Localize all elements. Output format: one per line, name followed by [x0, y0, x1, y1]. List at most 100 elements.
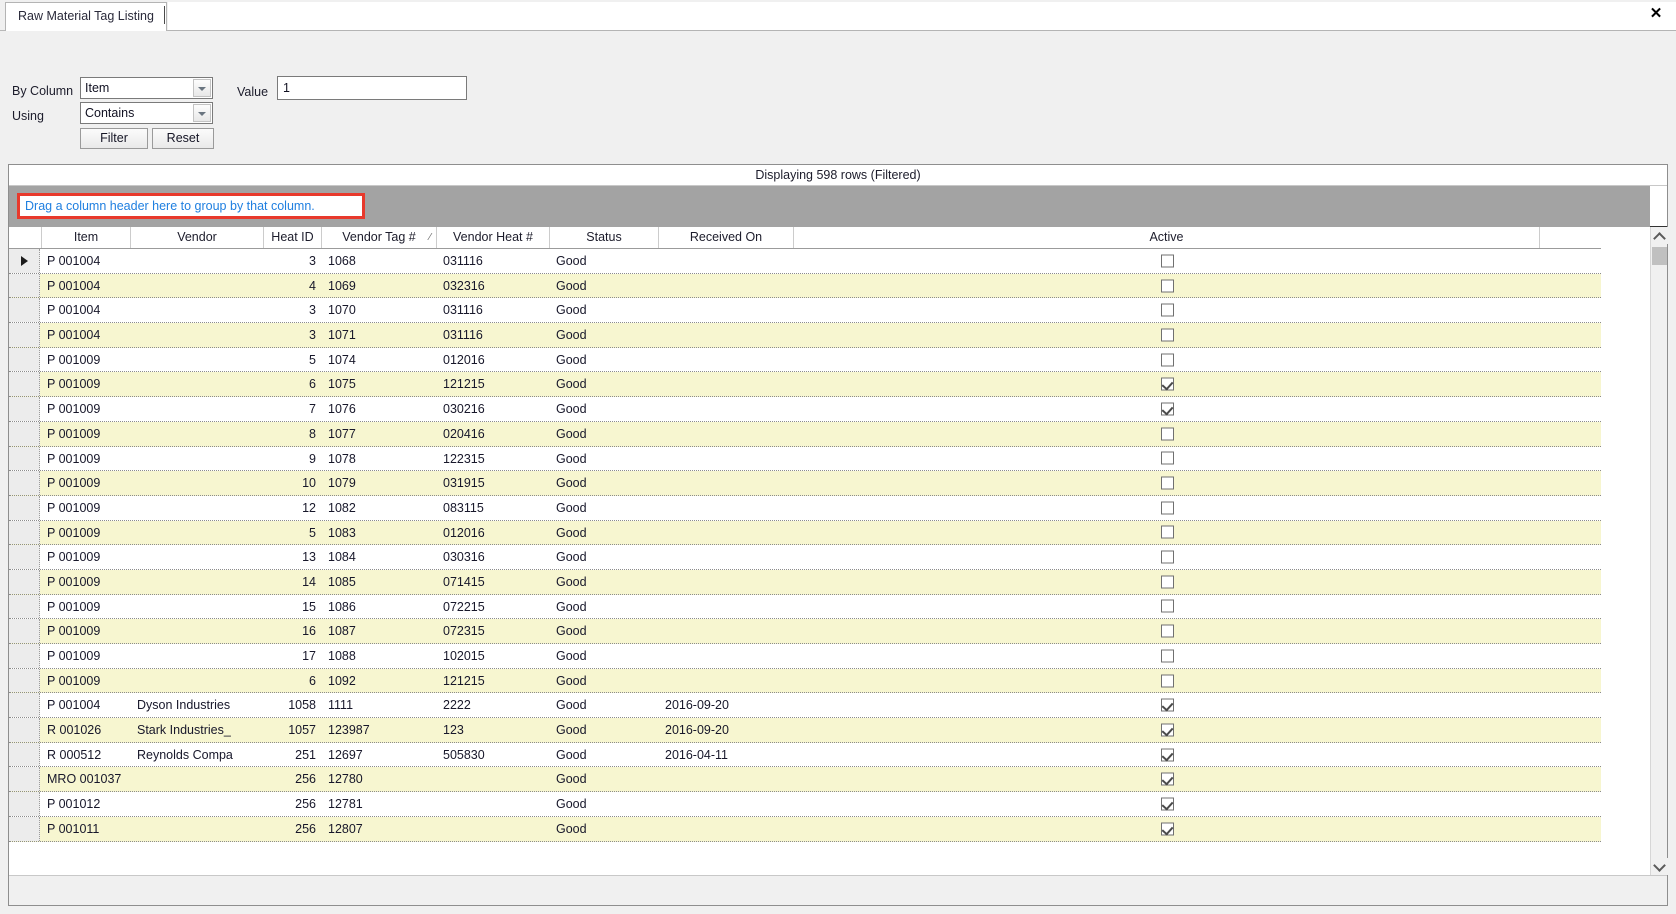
active-checkbox[interactable]: [1161, 451, 1174, 465]
row-selector-cell[interactable]: [9, 644, 40, 668]
scroll-down-icon[interactable]: [1651, 858, 1668, 875]
row-selector-cell[interactable]: [9, 718, 40, 742]
table-row[interactable]: P 001009 6 1092 121215 Good: [9, 668, 1601, 694]
row-selector-cell[interactable]: [9, 421, 40, 446]
row-selector-cell[interactable]: [9, 273, 40, 298]
active-checkbox[interactable]: [1161, 797, 1174, 811]
row-selector-cell[interactable]: [9, 545, 40, 569]
row-selector-cell[interactable]: [9, 446, 40, 471]
active-checkbox[interactable]: [1161, 254, 1174, 268]
reset-button[interactable]: Reset: [152, 128, 214, 149]
active-checkbox[interactable]: [1161, 353, 1174, 367]
column-header-received_on[interactable]: Received On: [659, 227, 794, 248]
using-select[interactable]: Contains: [80, 102, 213, 124]
active-checkbox[interactable]: [1161, 674, 1174, 688]
column-header-vendor[interactable]: Vendor: [131, 227, 264, 248]
table-row[interactable]: P 001009 17 1088 102015 Good: [9, 644, 1601, 669]
group-by-dropzone[interactable]: Drag a column header here to group by th…: [17, 193, 365, 219]
table-row[interactable]: R 000512 Reynolds Compa 251 12697 505830 Good…: [9, 742, 1601, 768]
table-row[interactable]: MRO 001037 256 12780 Good: [9, 767, 1601, 793]
cell-heat_id: 13: [302, 550, 316, 565]
active-checkbox[interactable]: [1161, 575, 1174, 589]
active-checkbox[interactable]: [1161, 402, 1174, 416]
row-selector-cell[interactable]: [9, 619, 40, 643]
table-row[interactable]: P 001009 13 1084 030316 Good: [9, 545, 1601, 570]
table-row[interactable]: P 001011 256 12807 Good: [9, 816, 1601, 842]
row-selector-cell[interactable]: [9, 495, 40, 520]
table-row[interactable]: P 001004 3 1070 031116 Good: [9, 298, 1601, 324]
table-row[interactable]: P 001009 9 1078 122315 Good: [9, 446, 1601, 472]
row-selector-cell[interactable]: [9, 323, 40, 347]
table-row[interactable]: P 001009 5 1074 012016 Good: [9, 347, 1601, 373]
column-header-heat_id[interactable]: Heat ID: [264, 227, 322, 248]
cell-vendor_heat: 072315: [443, 624, 485, 639]
scrollbar-thumb[interactable]: [1652, 247, 1667, 265]
table-row[interactable]: P 001009 5 1083 012016 Good: [9, 520, 1601, 546]
chevron-down-icon[interactable]: [193, 79, 211, 97]
active-checkbox[interactable]: [1161, 624, 1174, 638]
table-row[interactable]: P 001012 256 12781 Good: [9, 792, 1601, 817]
row-selector-cell[interactable]: [9, 397, 40, 421]
active-checkbox[interactable]: [1161, 303, 1174, 317]
row-selector-cell[interactable]: [9, 347, 40, 372]
table-row[interactable]: P 001009 16 1087 072315 Good: [9, 619, 1601, 644]
close-icon[interactable]: ✕: [1646, 4, 1666, 24]
column-header-vendor_heat[interactable]: Vendor Heat #: [437, 227, 550, 248]
table-row[interactable]: P 001004 4 1069 032316 Good: [9, 273, 1601, 299]
active-checkbox[interactable]: [1161, 328, 1174, 342]
row-selector-cell[interactable]: [9, 816, 40, 841]
table-row[interactable]: R 001026 Stark Industries_ 1057 123987 123 Go…: [9, 718, 1601, 743]
table-row[interactable]: P 001004 3 1068 031116 Good: [9, 249, 1601, 274]
row-selector-cell[interactable]: [9, 742, 40, 767]
active-checkbox[interactable]: [1161, 723, 1174, 737]
active-checkbox[interactable]: [1161, 649, 1174, 663]
group-by-panel[interactable]: Drag a column header here to group by th…: [9, 186, 1667, 227]
column-header-item[interactable]: Item: [41, 227, 131, 248]
table-row[interactable]: P 001009 6 1075 121215 Good: [9, 372, 1601, 398]
row-selector-cell[interactable]: [9, 569, 40, 594]
cell-vendor_tag: 1084: [328, 550, 356, 565]
column-header-vendor_tag[interactable]: Vendor Tag # ⁄: [322, 227, 437, 248]
by-column-select[interactable]: Item: [80, 77, 213, 99]
row-selector-cell[interactable]: [9, 298, 40, 323]
cell-vendor_heat: 031915: [443, 476, 485, 491]
active-checkbox[interactable]: [1161, 377, 1174, 391]
active-checkbox[interactable]: [1161, 822, 1174, 836]
cell-active: [800, 274, 1534, 298]
column-header-status[interactable]: Status: [550, 227, 659, 248]
row-selector-cell[interactable]: [9, 594, 40, 619]
filter-button[interactable]: Filter: [80, 128, 148, 149]
active-checkbox[interactable]: [1161, 501, 1174, 515]
active-checkbox[interactable]: [1161, 698, 1174, 712]
active-checkbox[interactable]: [1161, 476, 1174, 490]
table-row[interactable]: P 001004 Dyson Industries 1058 1111 2222 Good…: [9, 693, 1601, 719]
table-row[interactable]: P 001009 7 1076 030216 Good: [9, 397, 1601, 422]
vertical-scrollbar[interactable]: [1650, 227, 1668, 875]
active-checkbox[interactable]: [1161, 748, 1174, 762]
active-checkbox[interactable]: [1161, 279, 1174, 293]
row-selector-cell[interactable]: [9, 767, 40, 792]
table-row[interactable]: P 001009 15 1086 072215 Good: [9, 594, 1601, 620]
table-row[interactable]: P 001009 8 1077 020416 Good: [9, 421, 1601, 447]
active-checkbox[interactable]: [1161, 772, 1174, 786]
tab-raw-material-tag-listing[interactable]: Raw Material Tag Listing: [5, 2, 167, 31]
table-row[interactable]: P 001009 12 1082 083115 Good: [9, 495, 1601, 521]
active-checkbox[interactable]: [1161, 525, 1174, 539]
row-selector-cell[interactable]: [9, 520, 40, 545]
scroll-up-icon[interactable]: [1651, 227, 1668, 244]
row-selector-cell[interactable]: [9, 693, 40, 718]
active-checkbox[interactable]: [1161, 599, 1174, 613]
table-row[interactable]: P 001009 10 1079 031915 Good: [9, 471, 1601, 496]
chevron-down-icon[interactable]: [193, 104, 211, 122]
row-selector-cell[interactable]: [9, 249, 40, 273]
row-selector-cell[interactable]: [9, 792, 40, 816]
table-row[interactable]: P 001004 3 1071 031116 Good: [9, 323, 1601, 348]
table-row[interactable]: P 001009 14 1085 071415 Good: [9, 569, 1601, 595]
row-selector-cell[interactable]: [9, 471, 40, 495]
row-selector-cell[interactable]: [9, 668, 40, 693]
column-header-active[interactable]: Active: [794, 227, 1540, 248]
row-selector-cell[interactable]: [9, 372, 40, 397]
value-input[interactable]: 1: [277, 76, 467, 100]
active-checkbox[interactable]: [1161, 550, 1174, 564]
active-checkbox[interactable]: [1161, 427, 1174, 441]
